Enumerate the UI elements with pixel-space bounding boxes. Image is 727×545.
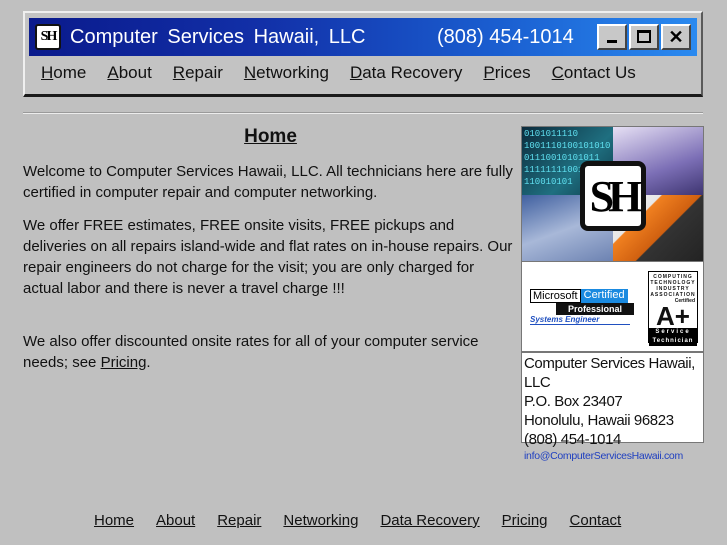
menu-accel: R: [172, 63, 186, 82]
close-button[interactable]: ✕: [661, 24, 691, 50]
intro-paragraph: Welcome to Computer Services Hawaii, LLC…: [23, 163, 513, 201]
address-name: Computer Services Hawaii, LLC: [524, 355, 695, 391]
main-content: Home Welcome to Computer Services Hawaii…: [23, 126, 518, 385]
pricing-paragraph: We also offer discounted onsite rates fo…: [23, 331, 518, 373]
minimize-button[interactable]: [597, 24, 627, 50]
binary-line: 110010101: [524, 177, 573, 187]
address-box: P.O. Box 23407: [524, 393, 623, 410]
menu-label: epair: [185, 63, 223, 82]
window-controls: ✕: [597, 24, 691, 50]
menu-item-networking[interactable]: Networking: [244, 63, 329, 83]
ms-engineer: Systems Engineer: [530, 315, 630, 325]
menu-label: ontact Us: [563, 63, 636, 82]
address-phone: (808) 454-1014: [524, 431, 621, 448]
comptia-aplus-badge: COMPUTING TECHNOLOGY INDUSTRY ASSOCIATIO…: [648, 271, 698, 346]
window-title: Computer Services Hawaii, LLC: [70, 25, 366, 48]
menu-accel: N: [243, 63, 257, 82]
csh-logo-large-icon: SH: [580, 161, 646, 231]
ms-word: Microsoft: [530, 289, 581, 303]
menu-accel: A: [107, 63, 119, 82]
menu-label: rices: [494, 63, 531, 82]
csh-logo-icon: SH: [35, 24, 61, 50]
title-bar: SH Computer Services Hawaii, LLC (808) 4…: [29, 18, 697, 56]
menu-label: ome: [53, 63, 87, 82]
page-title: Home: [244, 126, 297, 147]
menu-label: etworking: [256, 63, 329, 82]
footer-link-data-recovery[interactable]: Data Recovery: [380, 512, 479, 529]
offer-paragraph: We offer FREE estimates, FREE onsite vis…: [23, 217, 513, 297]
aplus-service: Service: [649, 328, 697, 337]
microsoft-certified-badge: Microsoft Certified Professional Systems…: [530, 289, 634, 325]
menu-item-home[interactable]: Home: [41, 63, 86, 83]
address-city: Honolulu, Hawaii 96823: [524, 412, 674, 429]
menu-item-contact-us[interactable]: Contact Us: [552, 63, 636, 83]
header-phone: (808) 454-1014: [437, 26, 574, 48]
menu-item-data-recovery[interactable]: Data Recovery: [350, 63, 462, 83]
app-window: SH Computer Services Hawaii, LLC (808) 4…: [23, 11, 703, 97]
menu-item-prices[interactable]: Prices: [483, 63, 530, 83]
menu-label: bout: [118, 63, 152, 82]
ms-professional: Professional: [556, 303, 634, 315]
footer-link-repair[interactable]: Repair: [217, 512, 261, 529]
menu-bar: Home About Repair Networking Data Recove…: [41, 63, 636, 83]
menu-accel: P: [483, 63, 495, 82]
footer-link-home[interactable]: Home: [94, 512, 134, 529]
aplus-org: COMPUTING TECHNOLOGY INDUSTRY ASSOCIATIO…: [650, 274, 696, 298]
email-link[interactable]: info@ComputerServicesHawaii.com: [524, 449, 701, 463]
contact-address: Computer Services Hawaii, LLC P.O. Box 2…: [521, 352, 704, 462]
menu-label: ata Recovery: [362, 63, 463, 82]
footer-nav: Home About Repair Networking Data Recove…: [94, 512, 621, 529]
menu-item-repair[interactable]: Repair: [173, 63, 223, 83]
sidebar: 0101011110 1001110100101010 011100101010…: [521, 126, 704, 462]
footer-link-about[interactable]: About: [156, 512, 195, 529]
menu-accel: D: [349, 63, 363, 82]
aplus-technician: Technician: [649, 337, 697, 346]
binary-line: 0101011110: [524, 129, 579, 139]
menu-accel: C: [551, 63, 564, 82]
ms-certified: Certified: [580, 289, 628, 303]
footer-link-pricing[interactable]: Pricing: [502, 512, 548, 529]
aplus-grade: A+: [656, 301, 690, 331]
pricing-text: We also offer discounted onsite rates fo…: [23, 333, 479, 371]
divider: [23, 112, 703, 114]
menu-item-about[interactable]: About: [107, 63, 151, 83]
pricing-text-end: .: [146, 354, 151, 371]
certifications: Microsoft Certified Professional Systems…: [521, 262, 704, 352]
menu-accel: H: [41, 63, 54, 82]
footer-link-contact[interactable]: Contact: [570, 512, 622, 529]
maximize-button[interactable]: [629, 24, 659, 50]
collage-image: 0101011110 1001110100101010 011100101010…: [521, 126, 704, 262]
footer-link-networking[interactable]: Networking: [283, 512, 358, 529]
binary-line: 1001110100101010: [524, 141, 611, 151]
pricing-link[interactable]: Pricing: [101, 354, 147, 371]
